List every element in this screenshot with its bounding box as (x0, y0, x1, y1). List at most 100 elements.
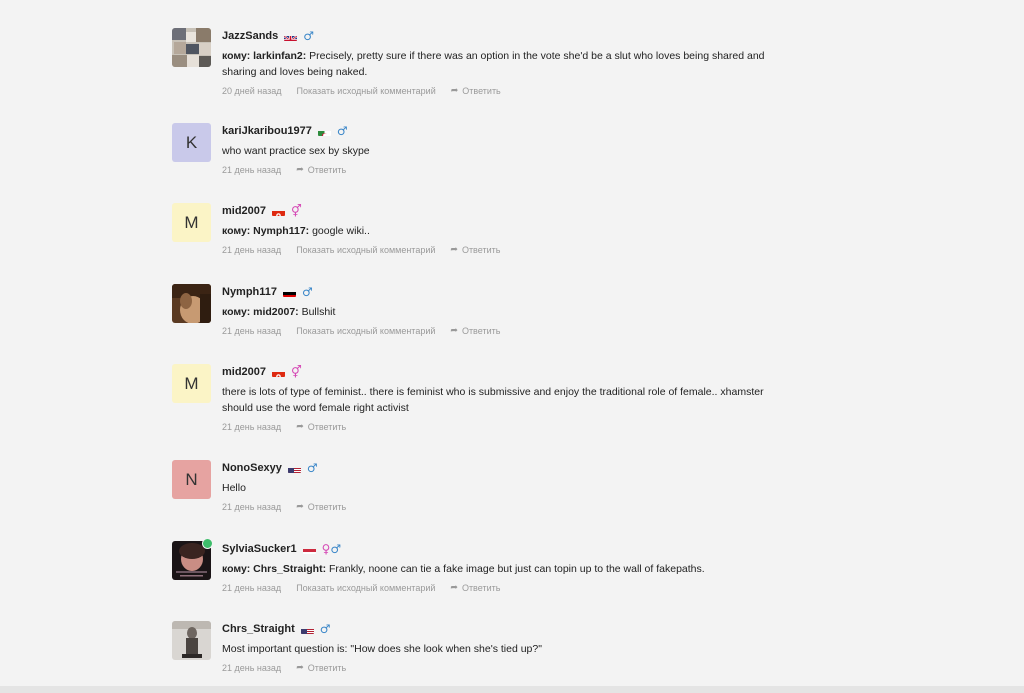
male-gender-icon: ♂ (306, 461, 318, 475)
reply-button[interactable]: ➦ Ответить (450, 583, 500, 593)
reply-to-label[interactable]: кому: larkinfan2: (222, 50, 306, 62)
show-original-link[interactable]: Показать исходный комментарий (296, 583, 435, 593)
comment-time: 21 день назад (222, 583, 282, 593)
username[interactable]: Chrs_Straight (222, 623, 295, 635)
username[interactable]: kariJkaribou1977 (222, 125, 312, 137)
comment-time: 21 день назад (222, 245, 282, 255)
comment-header: NonoSexyy ♂ (222, 460, 792, 476)
avatar[interactable] (172, 621, 211, 660)
comment-meta: 21 день назад Показать исходный коммента… (222, 581, 792, 595)
comment-message: who want practice sex by skype (222, 145, 370, 157)
comment-time: 20 дней назад (222, 86, 282, 96)
comment-text: Hello (222, 480, 792, 496)
reply-button[interactable]: ➦ Ответить (296, 502, 346, 512)
reply-button[interactable]: ➦ Ответить (450, 326, 500, 336)
comment-header: Chrs_Straight ♂ (222, 621, 792, 637)
avatar[interactable] (172, 28, 211, 67)
comment-body: Chrs_Straight ♂ Most important question … (222, 621, 792, 675)
comment-time: 21 день назад (222, 165, 282, 175)
username[interactable]: JazzSands (222, 30, 278, 42)
show-original-link[interactable]: Показать исходный комментарий (296, 326, 435, 336)
avatar-letter: K (185, 132, 198, 152)
avatar[interactable]: M (172, 364, 211, 403)
comment-meta: 20 дней назад Показать исходный коммента… (222, 84, 792, 98)
username[interactable]: Nymph117 (222, 286, 277, 298)
comment-header: mid2007 ⚥ (222, 203, 792, 219)
avatar[interactable] (172, 284, 211, 323)
comment-body: NonoSexyy ♂ Hello 21 день назад ➦ Ответи… (222, 460, 792, 514)
comment-body: JazzSands ♂ кому: larkinfan2: Precisely,… (222, 28, 792, 98)
comment-text: Most important question is: "How does sh… (222, 641, 792, 657)
comment-body: SylviaSucker1 ♀♂ кому: Chrs_Straight: Fr… (222, 541, 792, 595)
comment-time: 21 день назад (222, 422, 282, 432)
flag-us-icon (300, 625, 314, 634)
username[interactable]: SylviaSucker1 (222, 543, 297, 555)
female-gender-icon: ⚥ (291, 204, 302, 218)
flag-gb-icon (284, 32, 298, 41)
comment-header: SylviaSucker1 ♀♂ (222, 541, 792, 557)
comment-header: mid2007 ⚥ (222, 364, 792, 380)
reply-to-label[interactable]: кому: Chrs_Straight: (222, 563, 326, 575)
flag-dz-icon (317, 127, 331, 136)
reply-arrow-icon: ➦ (296, 663, 304, 673)
comment-meta: 21 день назад ➦ Ответить (222, 661, 792, 675)
reply-button[interactable]: ➦ Ответить (296, 663, 346, 673)
comment-message: Frankly, noone can tie a fake image but … (326, 563, 705, 575)
comment-text: кому: larkinfan2: Precisely, pretty sure… (222, 48, 792, 80)
reply-arrow-icon: ➦ (450, 583, 458, 593)
username[interactable]: NonoSexyy (222, 462, 282, 474)
reply-button[interactable]: ➦ Ответить (451, 86, 501, 96)
comment-body: mid2007 ⚥ кому: Nymph117: google wiki.. … (222, 203, 792, 257)
avatar-letter: N (185, 469, 198, 489)
show-original-link[interactable]: Показать исходный комментарий (297, 86, 436, 96)
flag-hk-icon (272, 368, 286, 377)
reply-button[interactable]: ➦ Ответить (450, 245, 500, 255)
reply-label: Ответить (307, 422, 347, 432)
comment-time: 21 день назад (222, 326, 282, 336)
comment-meta: 21 день назад ➦ Ответить (222, 163, 792, 177)
avatar-letter: M (184, 212, 199, 232)
username[interactable]: mid2007 (222, 366, 266, 378)
reply-button[interactable]: ➦ Ответить (296, 165, 346, 175)
reply-label: Ответить (307, 165, 347, 175)
reply-label: Ответить (307, 502, 347, 512)
reply-arrow-icon: ➦ (450, 245, 458, 255)
comment-message: there is lots of type of feminist.. ther… (222, 386, 764, 414)
reply-label: Ответить (307, 663, 347, 673)
online-status-indicator (202, 538, 213, 549)
reply-button[interactable]: ➦ Ответить (296, 422, 346, 432)
comment-meta: 21 день назад ➦ Ответить (222, 500, 792, 514)
comment-text: кому: Nymph117: google wiki.. (222, 223, 792, 239)
avatar[interactable]: K (172, 123, 211, 162)
comment-message: Hello (222, 482, 246, 494)
comment-header: kariJkaribou1977 ♂ (222, 123, 792, 139)
reply-arrow-icon: ➦ (296, 502, 304, 512)
comment-text: there is lots of type of feminist.. ther… (222, 384, 792, 416)
male-gender-icon: ♂ (303, 29, 315, 43)
comment-meta: 21 день назад Показать исходный коммента… (222, 243, 792, 257)
comment-body: Nymph117 ♂ кому: mid2007: Bullshit 21 де… (222, 284, 792, 338)
reply-label: Ответить (462, 86, 501, 96)
reply-to-label[interactable]: кому: Nymph117: (222, 225, 309, 237)
comment-message: google wiki.. (309, 225, 370, 237)
avatar[interactable]: N (172, 460, 211, 499)
comment-text: кому: mid2007: Bullshit (222, 304, 792, 320)
comment-time: 21 день назад (222, 502, 282, 512)
reply-arrow-icon: ➦ (450, 326, 458, 336)
comment-time: 21 день назад (222, 663, 282, 673)
show-original-link[interactable]: Показать исходный комментарий (296, 245, 435, 255)
flag-us-icon (287, 464, 301, 473)
reply-label: Ответить (461, 583, 501, 593)
comment-header: JazzSands ♂ (222, 28, 792, 44)
reply-arrow-icon: ➦ (296, 422, 304, 432)
reply-to-label[interactable]: кому: mid2007: (222, 306, 299, 318)
flag-hk-icon (272, 207, 286, 216)
male-gender-icon: ♂ (302, 285, 313, 299)
comment-header: Nymph117 ♂ (222, 284, 792, 300)
male-gender-icon: ♂ (319, 622, 331, 636)
reply-label: Ответить (461, 326, 501, 336)
avatar[interactable]: M (172, 203, 211, 242)
reply-label: Ответить (461, 245, 501, 255)
username[interactable]: mid2007 (222, 205, 266, 217)
reply-arrow-icon: ➦ (296, 165, 304, 175)
